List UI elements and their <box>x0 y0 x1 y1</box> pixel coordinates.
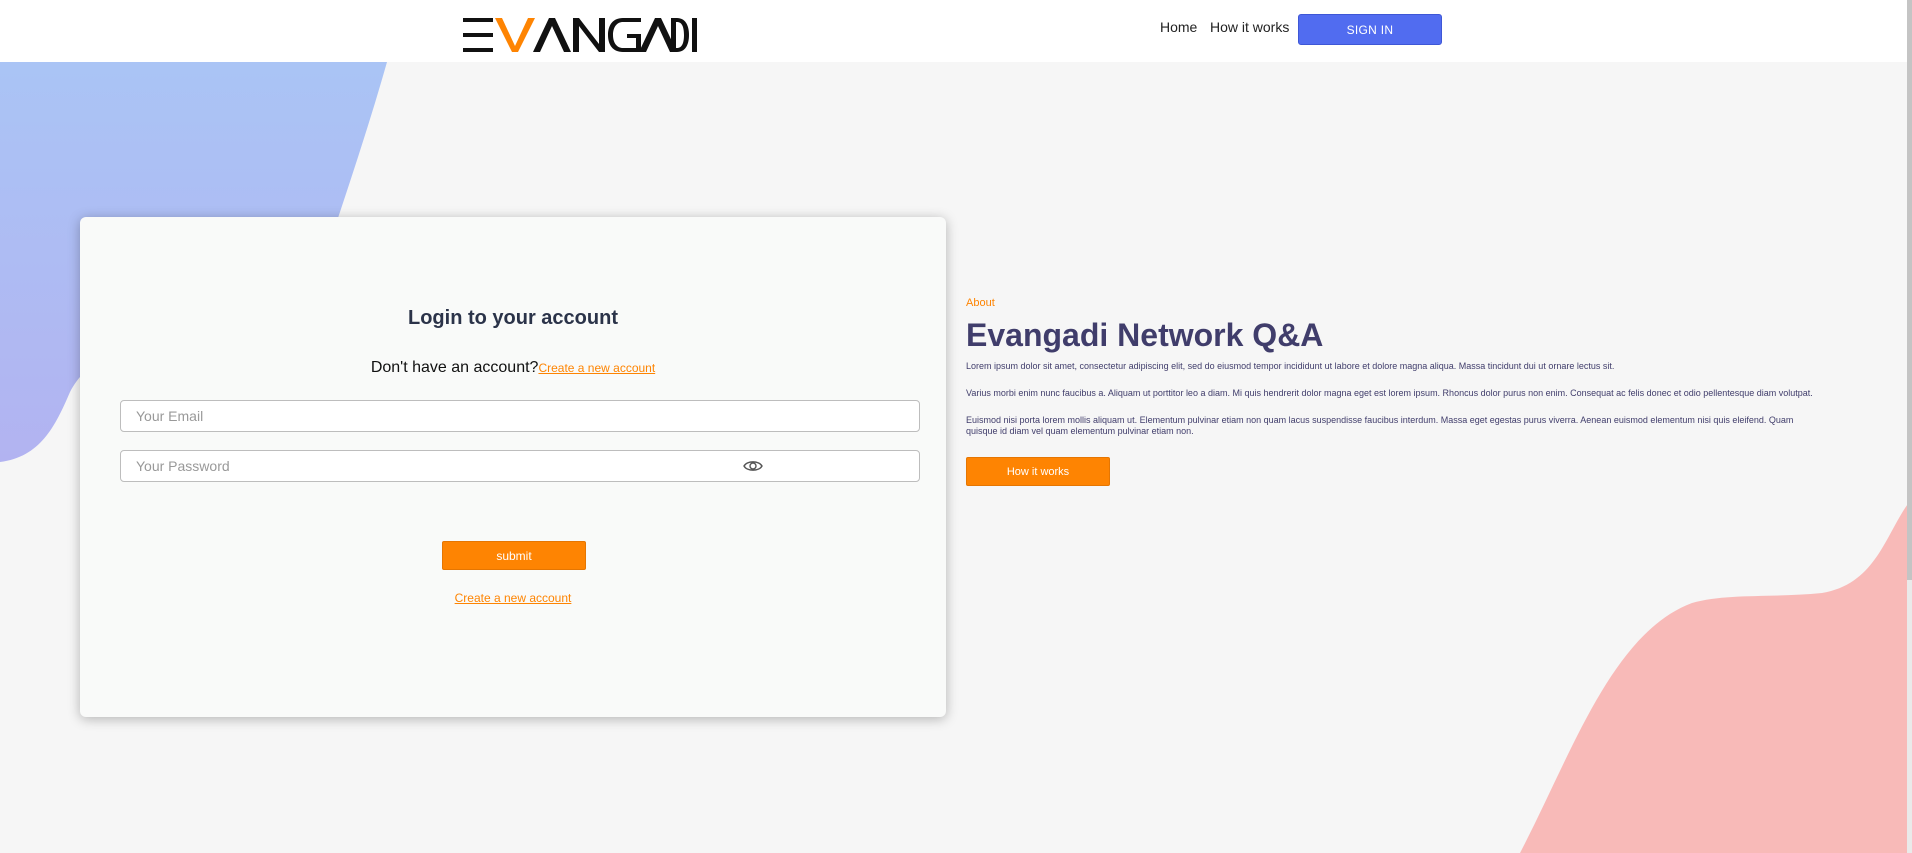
no-account-text: Don't have an account? <box>370 359 539 376</box>
about-paragraph: Lorem ipsum dolor sit amet, consectetur … <box>966 361 1615 371</box>
login-card: Login to your account Don't have an acco… <box>80 217 946 717</box>
create-account-link-bottom[interactable]: Create a new account <box>455 591 572 605</box>
password-placeholder: Your Password <box>136 458 230 474</box>
password-input[interactable]: Your Password <box>120 450 920 482</box>
signup-prompt: Don't have an account?Create a new accou… <box>80 359 946 377</box>
about-section: About Evangadi Network Q&A Lorem ipsum d… <box>966 297 1816 486</box>
how-it-works-button[interactable]: How it works <box>966 457 1110 486</box>
email-placeholder: Your Email <box>136 408 204 424</box>
login-title: Login to your account <box>408 307 618 329</box>
about-paragraph: Euismod nisi porta lorem mollis aliquam … <box>966 415 1794 436</box>
page-scrollbar-thumb[interactable] <box>1907 0 1912 580</box>
email-input[interactable]: Your Email <box>120 400 920 432</box>
nav-how-it-works-link[interactable]: How it works <box>1210 19 1289 35</box>
sign-in-button[interactable]: SIGN IN <box>1298 14 1442 45</box>
create-account-link[interactable]: Create a new account <box>538 361 655 375</box>
pink-background-blob <box>1520 498 1912 853</box>
about-paragraph: Varius morbi enim nunc faucibus a. Aliqu… <box>966 388 1813 398</box>
submit-button[interactable]: submit <box>442 541 586 570</box>
bottom-create-account: Create a new account <box>80 591 946 605</box>
about-title: Evangadi Network Q&A <box>966 317 1324 353</box>
top-navbar: Home How it works SIGN IN <box>0 0 1907 62</box>
evangadi-logo[interactable] <box>463 16 697 54</box>
nav-home-link[interactable]: Home <box>1160 19 1197 35</box>
eye-icon[interactable] <box>743 458 763 474</box>
about-label: About <box>966 297 995 309</box>
